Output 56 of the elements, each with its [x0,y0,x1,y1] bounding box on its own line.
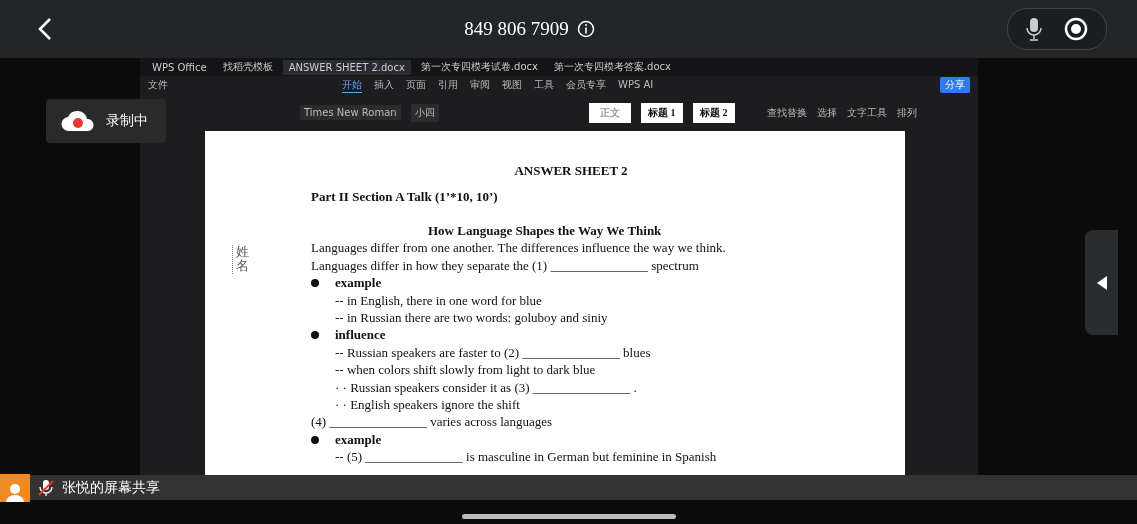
share-button[interactable]: 分享 [940,77,970,93]
cloud-icon [60,109,96,133]
document-title: ANSWER SHEET 2 [513,163,629,179]
bullet-icon [311,331,319,340]
record-icon[interactable] [1064,17,1088,41]
style-preset[interactable]: 标题 1 [640,102,683,123]
document-tab[interactable]: 找稻壳模板 [216,58,279,76]
document-line: How Language Shapes the Way We Think [428,223,662,238]
bullet-icon [311,279,319,288]
document-line: Languages differ in how they separate the (1) _______________ spectrum [311,257,699,273]
document-line: example [335,275,382,291]
document-line: -- (5) _______________ is masculine in German but feminine in Spanish [335,449,717,465]
document-tab[interactable]: 第一次专四模考试卷.docx [414,58,544,76]
ribbon-tab[interactable]: WPS AI [618,79,654,91]
document-line: (4) _______________ varies across languages [311,414,553,430]
document-line: Languages differ from one another. The differences influence the way we think. [311,240,726,256]
document-line: -- when colors shift slowly from light to dark blue [335,362,596,378]
style-preset[interactable]: 标题 2 [692,102,735,123]
ribbon-tab[interactable]: 审阅 [470,77,490,93]
recording-label: 录制中 [106,112,148,130]
document-line: influence [335,327,386,343]
document-tab[interactable]: 第一次专四模考答案.docx [547,58,677,76]
document-line: -- in Russian there are two words: goluboy and siniy [335,309,608,325]
ribbon-tab[interactable]: 工具 [534,77,554,93]
back-icon[interactable] [38,17,52,41]
ribbon-tool[interactable]: 选择 [816,105,837,120]
margin-label: 姓名 [231,245,249,274]
document-tab[interactable]: WPS Office [146,59,213,75]
ribbon-tab[interactable]: 页面 [406,77,426,93]
document-line: · · Russian speakers consider it as (3) _______________ . [335,379,637,395]
file-menu[interactable]: 文件 [148,77,168,93]
ribbon-tab[interactable]: 会员专享 [566,77,606,93]
ribbon-tool[interactable]: 文字工具 [846,105,887,120]
document-line: -- Russian speakers are faster to (2) _______________ blues [335,344,651,360]
font-name-field[interactable]: Times New Roman [300,105,401,120]
microphone-icon[interactable] [1026,17,1042,41]
person-icon [5,481,25,502]
ribbon-tab[interactable]: 引用 [438,77,458,93]
font-size-field[interactable]: 小四 [410,103,439,122]
bullet-icon [311,435,319,444]
phone-number: 849 806 7909 [464,18,569,40]
ribbon-tab[interactable]: 插入 [374,77,394,93]
document-line: -- in English, there in one word for blue [335,292,542,308]
ribbon-tool[interactable]: 排列 [896,105,917,120]
document-line: · · English speakers ignore the shift [335,396,520,412]
muted-microphone-icon [38,478,54,497]
side-panel-handle[interactable] [1085,230,1118,335]
ribbon-tab[interactable]: 视图 [502,77,522,93]
document-line: example [335,431,382,447]
triangle-left-icon [1096,275,1107,290]
info-icon[interactable] [576,20,595,38]
share-label: 张悦的屏幕共享 [62,478,160,497]
section-heading: Part II Section A Talk (1’*10, 10’) [311,189,499,205]
ribbon-tool[interactable]: 查找替换 [766,105,807,120]
document-tab[interactable]: ANSWER SHEET 2.docx [282,59,411,75]
ribbon-tab[interactable]: 开始 [342,77,362,93]
